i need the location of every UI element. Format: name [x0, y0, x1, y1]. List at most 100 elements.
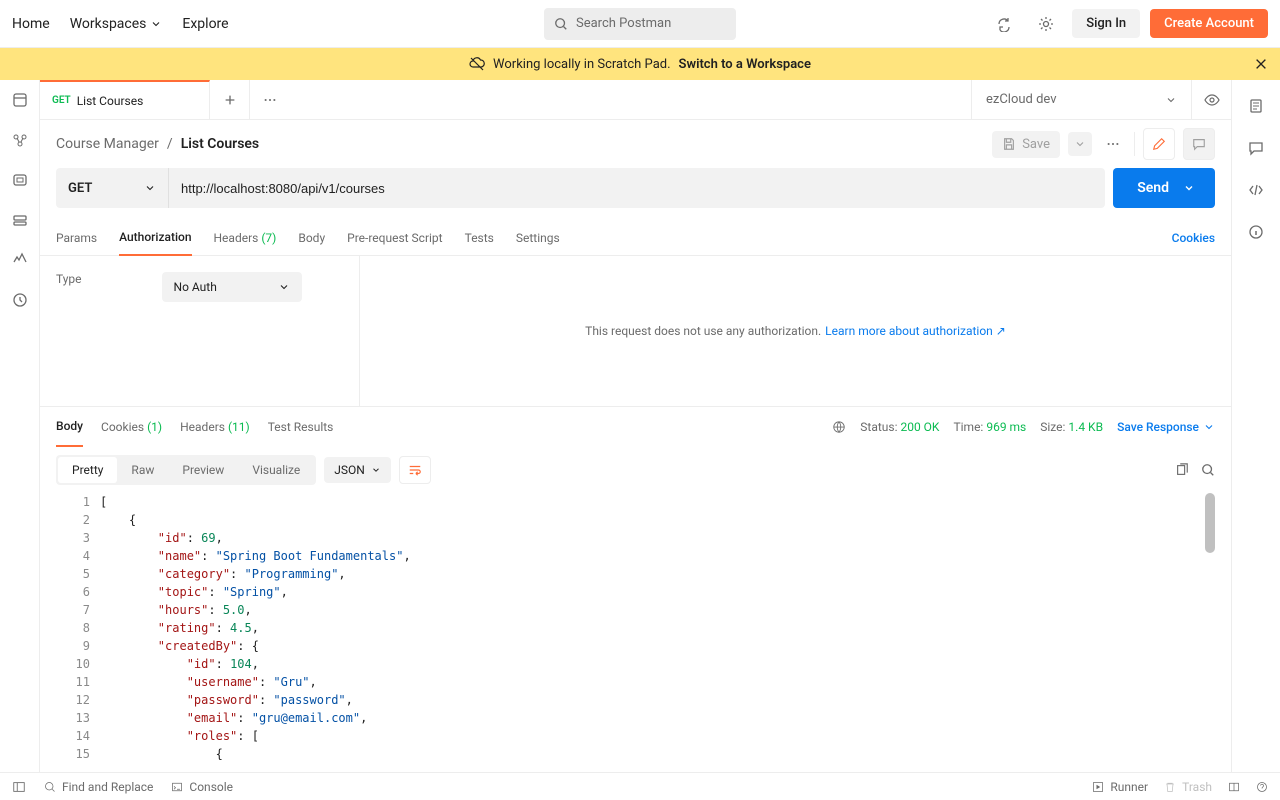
language-selector[interactable]: JSON	[324, 457, 391, 483]
request-tabs-bar: GET List Courses ezCloud dev	[40, 80, 1231, 120]
runner-button[interactable]: Runner	[1092, 780, 1148, 794]
code-content: [ { "id": 69, "name": "Spring Boot Funda…	[100, 493, 1215, 764]
resp-tab-cookies[interactable]: Cookies (1)	[101, 408, 162, 446]
search-icon	[554, 17, 568, 31]
resp-tab-headers[interactable]: Headers (11)	[180, 408, 250, 446]
chevron-down-icon	[1165, 94, 1177, 106]
two-pane-button[interactable]	[1228, 781, 1240, 793]
status-bar: Find and Replace Console Runner Trash	[0, 772, 1280, 800]
comment-button[interactable]	[1183, 128, 1215, 160]
cloud-off-icon	[469, 56, 485, 72]
send-button[interactable]: Send	[1113, 168, 1215, 208]
response-body-viewer[interactable]: 1 2 3 4 5 6 7 8 9 10 11 12 13 14 15 [ {	[40, 493, 1231, 772]
chevron-down-icon	[1203, 421, 1215, 433]
tab-options-button[interactable]	[250, 80, 290, 119]
search-input[interactable]: Search Postman	[544, 8, 736, 40]
copy-icon[interactable]	[1175, 463, 1189, 477]
edit-button[interactable]	[1143, 128, 1175, 160]
send-label: Send	[1137, 180, 1169, 196]
banner-close-button[interactable]	[1254, 57, 1268, 71]
tab-tests[interactable]: Tests	[465, 221, 494, 255]
resp-tab-body[interactable]: Body	[56, 407, 83, 447]
headers-label: Headers	[214, 231, 259, 245]
banner-switch-link[interactable]: Switch to a Workspace	[679, 57, 811, 72]
save-button[interactable]: Save	[992, 131, 1060, 158]
auth-type-value: No Auth	[174, 280, 217, 294]
sync-icon[interactable]	[988, 8, 1020, 40]
view-visualize-button[interactable]: Visualize	[238, 457, 314, 483]
auth-type-selector[interactable]: No Auth	[162, 272, 302, 302]
save-dropdown-button[interactable]	[1068, 132, 1092, 156]
console-button[interactable]: Console	[171, 780, 233, 794]
tab-params[interactable]: Params	[56, 221, 97, 255]
play-icon	[1092, 781, 1104, 793]
authorization-panel: Type No Auth This request does not use a…	[40, 256, 1231, 406]
view-raw-button[interactable]: Raw	[117, 457, 168, 483]
sidebar-toggle-button[interactable]	[12, 780, 26, 794]
tab-prerequest[interactable]: Pre-request Script	[347, 221, 442, 255]
search-icon	[44, 781, 56, 793]
tab-body[interactable]: Body	[298, 221, 325, 255]
cookies-link[interactable]: Cookies	[1172, 231, 1215, 245]
search-response-icon[interactable]	[1201, 463, 1215, 477]
comments-icon[interactable]	[1248, 140, 1264, 156]
help-icon	[1256, 781, 1268, 793]
line-gutter: 1 2 3 4 5 6 7 8 9 10 11 12 13 14 15	[56, 493, 100, 764]
resp-tab-test-results[interactable]: Test Results	[268, 408, 334, 446]
tab-authorization[interactable]: Authorization	[119, 220, 191, 256]
resp-headers-count: (11)	[228, 420, 250, 434]
monitors-icon[interactable]	[12, 252, 28, 268]
mock-servers-icon[interactable]	[12, 212, 28, 228]
sign-in-button[interactable]: Sign In	[1072, 9, 1140, 38]
environment-name: ezCloud dev	[986, 92, 1057, 107]
request-more-options-button[interactable]	[1100, 131, 1126, 157]
panel-icon	[12, 780, 26, 794]
status-value: 200 OK	[900, 420, 939, 434]
method-value: GET	[68, 181, 92, 196]
line-wrap-button[interactable]	[399, 456, 431, 484]
left-icon-rail	[0, 80, 40, 772]
resp-headers-label: Headers	[180, 420, 225, 434]
breadcrumb-collection[interactable]: Course Manager	[56, 136, 159, 152]
save-response-button[interactable]: Save Response	[1117, 420, 1215, 434]
help-button[interactable]	[1256, 781, 1268, 793]
runner-label: Runner	[1110, 780, 1148, 794]
view-preview-button[interactable]: Preview	[168, 457, 238, 483]
new-tab-button[interactable]	[210, 80, 250, 119]
code-snippet-icon[interactable]	[1248, 182, 1264, 198]
history-icon[interactable]	[12, 292, 28, 308]
info-icon[interactable]	[1248, 224, 1264, 240]
save-label: Save	[1022, 137, 1050, 152]
plus-icon	[223, 93, 237, 107]
trash-button[interactable]: Trash	[1164, 780, 1212, 794]
tab-headers[interactable]: Headers (7)	[214, 221, 277, 255]
settings-icon[interactable]	[1030, 8, 1062, 40]
create-account-button[interactable]: Create Account	[1150, 9, 1268, 38]
network-icon[interactable]	[832, 420, 846, 434]
breadcrumb-separator: /	[167, 136, 173, 152]
response-section: Body Cookies (1) Headers (11) Test Resul…	[40, 406, 1231, 772]
documentation-icon[interactable]	[1248, 98, 1264, 114]
http-method-selector[interactable]: GET	[56, 168, 168, 208]
vertical-scrollbar[interactable]	[1205, 493, 1215, 553]
scratchpad-banner: Working locally in Scratch Pad. Switch t…	[0, 48, 1280, 80]
auth-learn-more-link[interactable]: Learn more about authorization ↗	[825, 324, 1006, 338]
time-value: 969 ms	[986, 420, 1026, 434]
request-tab-list-courses[interactable]: GET List Courses	[40, 80, 210, 119]
nav-workspaces-label: Workspaces	[70, 16, 147, 32]
apis-icon[interactable]	[12, 132, 28, 148]
banner-text: Working locally in Scratch Pad.	[493, 57, 670, 72]
collections-icon[interactable]	[12, 92, 28, 108]
view-pretty-button[interactable]: Pretty	[58, 457, 117, 483]
environment-selector[interactable]: ezCloud dev	[971, 80, 1191, 119]
url-input[interactable]	[181, 181, 1093, 196]
nav-workspaces[interactable]: Workspaces	[70, 16, 163, 32]
environment-quicklook-button[interactable]	[1191, 80, 1231, 119]
nav-home[interactable]: Home	[12, 16, 50, 32]
tab-settings[interactable]: Settings	[516, 221, 560, 255]
url-bar: GET Send	[40, 168, 1231, 220]
environments-icon[interactable]	[12, 172, 28, 188]
find-replace-button[interactable]: Find and Replace	[44, 780, 153, 794]
dots-icon	[263, 93, 277, 107]
nav-explore[interactable]: Explore	[182, 16, 228, 32]
